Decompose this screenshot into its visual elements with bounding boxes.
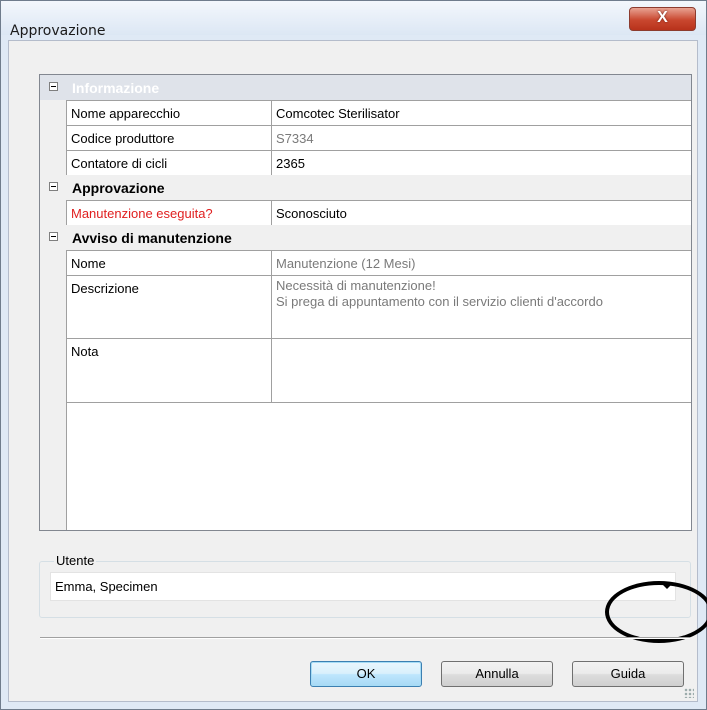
property-value[interactable]: Sconosciuto bbox=[271, 200, 691, 225]
category-approvazione[interactable]: Approvazione bbox=[40, 175, 691, 200]
category-label: Approvazione bbox=[72, 180, 165, 196]
category-avviso-manutenzione[interactable]: Avviso di manutenzione bbox=[40, 225, 691, 250]
separator bbox=[40, 637, 690, 639]
close-button[interactable]: X bbox=[629, 7, 696, 31]
property-value[interactable]: S7334 bbox=[271, 125, 691, 150]
category-label: Informazione bbox=[72, 80, 160, 96]
empty-cell bbox=[66, 402, 691, 530]
user-group-label: Utente bbox=[54, 553, 97, 568]
property-row[interactable]: Contatore di cicli 2365 bbox=[40, 150, 691, 175]
property-value[interactable]: Comcotec Sterilisator bbox=[271, 100, 691, 125]
close-icon: X bbox=[657, 9, 668, 26]
property-row[interactable]: Codice produttore S7334 bbox=[40, 125, 691, 150]
help-button[interactable]: Guida bbox=[572, 661, 684, 687]
property-name: Nota bbox=[66, 338, 271, 402]
description-line: Si prega di appuntamento con il servizio… bbox=[276, 294, 603, 309]
category-label: Avviso di manutenzione bbox=[72, 230, 232, 246]
collapse-icon[interactable] bbox=[49, 82, 58, 91]
property-value[interactable] bbox=[271, 338, 691, 402]
resize-grip-icon[interactable] bbox=[684, 688, 694, 698]
property-row[interactable]: Nome Manutenzione (12 Mesi) bbox=[40, 250, 691, 275]
title-bar[interactable]: Approvazione X bbox=[1, 1, 706, 39]
property-value[interactable]: Manutenzione (12 Mesi) bbox=[271, 250, 691, 275]
property-name: Nome bbox=[66, 250, 271, 275]
window-title: Approvazione bbox=[10, 23, 106, 39]
property-row[interactable]: Nota bbox=[40, 338, 691, 402]
property-grid: Informazione Nome apparecchio Comcotec S… bbox=[39, 74, 692, 531]
property-name: Manutenzione eseguita? bbox=[66, 200, 271, 225]
description-line: Necessità di manutenzione! bbox=[276, 278, 436, 293]
user-dropdown[interactable]: Emma, Specimen bbox=[50, 572, 676, 601]
approval-dialog: Approvazione X Informazione Nome apparec… bbox=[0, 0, 707, 710]
user-dropdown-value: Emma, Specimen bbox=[55, 579, 158, 594]
property-row[interactable]: Nome apparecchio Comcotec Sterilisator bbox=[40, 100, 691, 125]
grid-empty-area bbox=[40, 402, 691, 530]
property-row[interactable]: Manutenzione eseguita? Sconosciuto bbox=[40, 200, 691, 225]
property-name: Descrizione bbox=[66, 275, 271, 338]
property-row[interactable]: Descrizione Necessità di manutenzione! S… bbox=[40, 275, 691, 338]
collapse-icon[interactable] bbox=[49, 232, 58, 241]
property-name: Nome apparecchio bbox=[66, 100, 271, 125]
cancel-button[interactable]: Annulla bbox=[441, 661, 553, 687]
category-informazione[interactable]: Informazione bbox=[40, 75, 691, 100]
property-name: Contatore di cicli bbox=[66, 150, 271, 175]
collapse-icon[interactable] bbox=[49, 182, 58, 191]
property-value[interactable]: Necessità di manutenzione! Si prega di a… bbox=[271, 275, 691, 338]
ok-button[interactable]: OK bbox=[310, 661, 422, 687]
property-name: Codice produttore bbox=[66, 125, 271, 150]
highlight-circle bbox=[605, 581, 707, 643]
dialog-body: Informazione Nome apparecchio Comcotec S… bbox=[8, 40, 707, 702]
property-value[interactable]: 2365 bbox=[271, 150, 691, 175]
